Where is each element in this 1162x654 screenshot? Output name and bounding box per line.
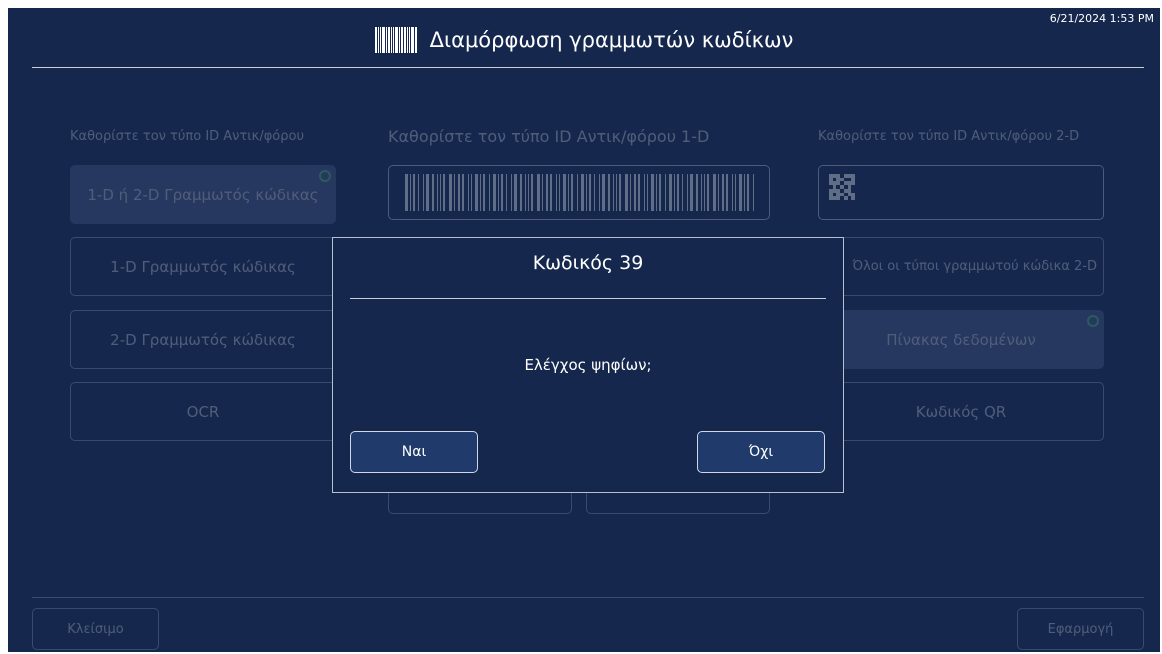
type-column-title: Καθορίστε τον τύπο ID Αντικ/φόρου [70, 129, 304, 144]
selected-indicator-icon [1087, 315, 1099, 327]
option-label: 1-D ή 2-D Γραμμωτός κώδικας [87, 185, 319, 204]
qr-preview [818, 165, 1104, 220]
option-label: Όλοι οι τύποι γραμμωτού κώδικα 2-D [852, 259, 1098, 274]
dialog-question: Ελέγχος ψηφίων; [524, 356, 652, 374]
qr-code-icon [829, 174, 855, 200]
app-screen: Διαμόρφωση γραμμωτών κωδίκων 6/21/2024 1… [8, 8, 1160, 652]
footer-divider [32, 597, 1144, 598]
option-all-2d[interactable]: Όλοι οι τύποι γραμμωτού κώδικα 2-D [818, 237, 1104, 296]
option-ocr[interactable]: OCR [70, 382, 336, 441]
dialog-title: Κωδικός 39 [532, 252, 644, 274]
option-label: Πίνακας δεδομένων [886, 330, 1036, 349]
option-1d-or-2d[interactable]: 1-D ή 2-D Γραμμωτός κώδικας [70, 165, 336, 224]
option-label: OCR [186, 402, 220, 421]
option-2d[interactable]: 2-D Γραμμωτός κώδικας [70, 310, 336, 369]
close-button[interactable]: Κλείσιμο [32, 608, 159, 650]
option-1d[interactable]: 1-D Γραμμωτός κώδικας [70, 237, 336, 296]
option-label: Κωδικός QR [915, 402, 1007, 421]
two-d-column-title: Καθορίστε τον τύπο ID Αντικ/φόρου 2-D [818, 129, 1080, 144]
option-qr-code[interactable]: Κωδικός QR [818, 382, 1104, 441]
barcode-preview [388, 165, 770, 220]
dialog-divider [350, 298, 826, 299]
yes-button[interactable]: Ναι [350, 431, 478, 473]
check-digit-dialog: Κωδικός 39 Ελέγχος ψηφίων; Ναι Όχι [332, 237, 844, 493]
option-label: 1-D Γραμμωτός κώδικας [110, 257, 296, 276]
selected-indicator-icon [319, 170, 331, 182]
option-label: 2-D Γραμμωτός κώδικας [110, 330, 296, 349]
barcode-preview-icon [405, 174, 754, 211]
option-data-matrix[interactable]: Πίνακας δεδομένων [818, 310, 1104, 369]
no-button[interactable]: Όχι [697, 431, 825, 473]
apply-button[interactable]: Εφαρμογή [1017, 608, 1144, 650]
one-d-column-title: Καθορίστε τον τύπο ID Αντικ/φόρου 1-D [388, 127, 710, 146]
